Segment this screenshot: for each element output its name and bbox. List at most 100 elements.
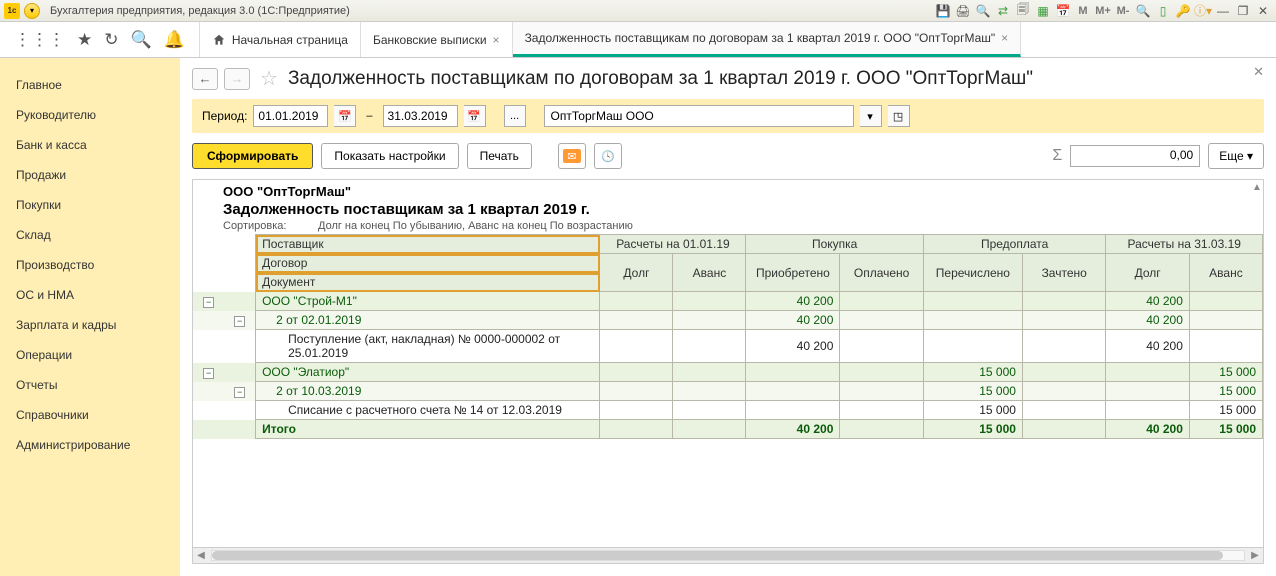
- sidebar-item-admin[interactable]: Администрирование: [0, 430, 180, 460]
- sidebar-item-bank[interactable]: Банк и касса: [0, 130, 180, 160]
- tree-toggle[interactable]: −: [234, 316, 245, 327]
- scroll-thumb[interactable]: [212, 551, 1223, 560]
- scroll-right-icon[interactable]: ▶: [1247, 548, 1263, 563]
- tab-home[interactable]: Начальная страница: [200, 22, 361, 57]
- calendar31-icon[interactable]: 📅: [1054, 2, 1072, 20]
- favorite-button[interactable]: ☆: [260, 66, 278, 91]
- table-row[interactable]: −ООО "Элатиор"15 00015 000: [193, 363, 1263, 382]
- close-window-button[interactable]: ✕: [1254, 2, 1272, 20]
- table-row[interactable]: −2 от 10.03.201915 00015 000: [193, 382, 1263, 401]
- save-icon[interactable]: 💾: [934, 2, 952, 20]
- close-page-button[interactable]: ✕: [1253, 64, 1264, 80]
- th-calc-start[interactable]: Расчеты на 01.01.19: [600, 235, 746, 254]
- sidebar-item-purchases[interactable]: Покупки: [0, 190, 180, 220]
- window-title: Бухгалтерия предприятия, редакция 3.0 (1…: [50, 5, 350, 17]
- panel-icon[interactable]: ▯: [1154, 2, 1172, 20]
- th-debt1[interactable]: Долг: [600, 254, 673, 292]
- report-title: Задолженность поставщикам за 1 квартал 2…: [223, 201, 1233, 218]
- org-input[interactable]: [544, 105, 854, 127]
- notify-icon[interactable]: 🔔: [164, 30, 185, 50]
- org-dropdown[interactable]: ▾: [860, 105, 882, 127]
- sidebar-item-production[interactable]: Производство: [0, 250, 180, 280]
- th-purchase[interactable]: Покупка: [746, 235, 923, 254]
- tree-toggle[interactable]: −: [234, 387, 245, 398]
- close-icon[interactable]: ×: [493, 33, 500, 47]
- th-adv1[interactable]: Аванс: [673, 254, 746, 292]
- calc-icon[interactable]: 🗐: [1014, 2, 1032, 20]
- sidebar-item-catalogs[interactable]: Справочники: [0, 400, 180, 430]
- scroll-left-icon[interactable]: ◀: [193, 548, 209, 563]
- m-button[interactable]: M: [1074, 2, 1092, 20]
- maximize-button[interactable]: ❐: [1234, 2, 1252, 20]
- sidebar-item-assets[interactable]: ОС и НМА: [0, 280, 180, 310]
- app-menu-button[interactable]: ▾: [24, 3, 40, 19]
- m-plus-button[interactable]: M+: [1094, 2, 1112, 20]
- back-button[interactable]: ←: [192, 68, 218, 90]
- sidebar-item-warehouse[interactable]: Склад: [0, 220, 180, 250]
- cell-adv_start: [673, 363, 746, 382]
- apps-icon[interactable]: ⋮⋮⋮: [14, 30, 65, 50]
- cell-trans: [923, 292, 1022, 311]
- table-row[interactable]: −ООО "Строй-М1"40 20040 200: [193, 292, 1263, 311]
- date-from-input[interactable]: [253, 105, 328, 127]
- th-prepay[interactable]: Предоплата: [923, 235, 1106, 254]
- report-area: ООО "ОптТоргМаш" Задолженность поставщик…: [192, 179, 1264, 564]
- calendar-icon[interactable]: ▦: [1034, 2, 1052, 20]
- tree-toggle[interactable]: −: [203, 297, 214, 308]
- sidebar-item-manager[interactable]: Руководителю: [0, 100, 180, 130]
- forward-button[interactable]: →: [224, 68, 250, 90]
- history-icon[interactable]: ↻: [104, 30, 118, 50]
- cell-debt_end: 40 200: [1106, 311, 1189, 330]
- table-row[interactable]: −2 от 02.01.201940 20040 200: [193, 311, 1263, 330]
- th-paid[interactable]: Оплачено: [840, 254, 923, 292]
- mail-button[interactable]: ✉: [558, 143, 586, 169]
- clock-button[interactable]: 🕓: [594, 143, 622, 169]
- th-trans[interactable]: Перечислено: [923, 254, 1022, 292]
- scroll-up-icon[interactable]: ▲: [1251, 180, 1263, 194]
- vertical-scrollbar[interactable]: ▲: [1251, 180, 1263, 547]
- more-button[interactable]: Еще ▾: [1208, 143, 1264, 169]
- th-doc[interactable]: Документ: [256, 273, 600, 292]
- th-acq[interactable]: Приобретено: [746, 254, 840, 292]
- minimize-button[interactable]: —: [1214, 2, 1232, 20]
- sidebar-item-main[interactable]: Главное: [0, 70, 180, 100]
- cell-adv_start: [673, 311, 746, 330]
- close-icon[interactable]: ×: [1001, 31, 1008, 45]
- settings-button[interactable]: Показать настройки: [321, 143, 458, 169]
- th-calc-end[interactable]: Расчеты на 31.03.19: [1106, 235, 1263, 254]
- info-icon[interactable]: ⓘ▾: [1194, 2, 1212, 20]
- mail-icon: ✉: [563, 149, 581, 163]
- sidebar-item-operations[interactable]: Операции: [0, 340, 180, 370]
- org-open[interactable]: ◳: [888, 105, 910, 127]
- date-from-picker[interactable]: 📅: [334, 105, 356, 127]
- cell-debt_start: [600, 401, 673, 420]
- sidebar-item-sales[interactable]: Продажи: [0, 160, 180, 190]
- cell-cred: [1022, 382, 1105, 401]
- print-button[interactable]: Печать: [467, 143, 532, 169]
- th-debt2[interactable]: Долг: [1106, 254, 1189, 292]
- period-select-button[interactable]: ...: [504, 105, 526, 127]
- key-icon[interactable]: 🔑: [1174, 2, 1192, 20]
- th-supplier[interactable]: Поставщик: [256, 235, 600, 254]
- search-icon[interactable]: 🔍: [131, 30, 152, 50]
- generate-button[interactable]: Сформировать: [192, 143, 313, 169]
- date-to-input[interactable]: [383, 105, 458, 127]
- table-row[interactable]: Поступление (акт, накладная) № 0000-0000…: [193, 330, 1263, 363]
- date-to-picker[interactable]: 📅: [464, 105, 486, 127]
- table-row[interactable]: Списание с расчетного счета № 14 от 12.0…: [193, 401, 1263, 420]
- cell-adv_start: [673, 382, 746, 401]
- horizontal-scrollbar[interactable]: ◀ ▶: [193, 547, 1263, 563]
- compare-icon[interactable]: ⇄: [994, 2, 1012, 20]
- sidebar-item-hr[interactable]: Зарплата и кадры: [0, 310, 180, 340]
- th-cred[interactable]: Зачтено: [1022, 254, 1105, 292]
- favorite-icon[interactable]: ★: [77, 30, 92, 50]
- tree-toggle[interactable]: −: [203, 368, 214, 379]
- sidebar-item-reports[interactable]: Отчеты: [0, 370, 180, 400]
- tab-report[interactable]: Задолженность поставщикам по договорам з…: [513, 22, 1022, 57]
- tab-bank[interactable]: Банковские выписки ×: [361, 22, 513, 57]
- th-contract[interactable]: Договор: [256, 254, 600, 273]
- print-icon[interactable]: 🖨: [954, 2, 972, 20]
- zoom-icon[interactable]: 🔍: [1134, 2, 1152, 20]
- preview-icon[interactable]: 🔍: [974, 2, 992, 20]
- m-minus-button[interactable]: M-: [1114, 2, 1132, 20]
